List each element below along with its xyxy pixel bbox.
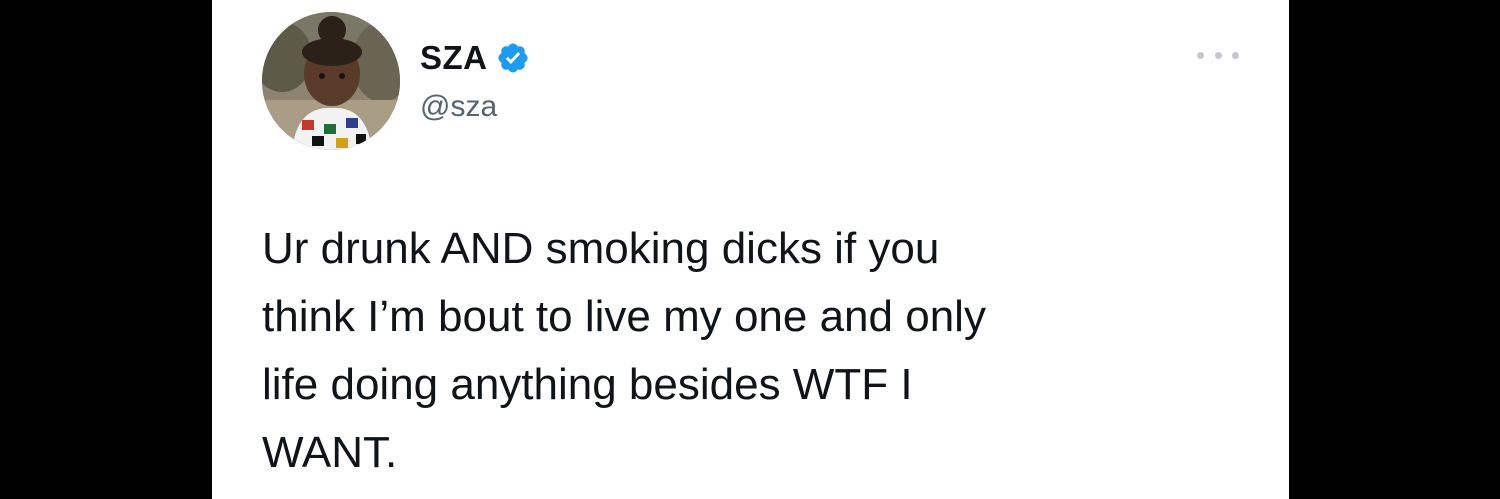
more-horizontal-icon-dot bbox=[1214, 51, 1222, 59]
letterbox-left bbox=[0, 0, 212, 499]
tweet-card: SZA @sza Ur drunk AND smoking dicks if y… bbox=[212, 0, 1289, 499]
more-options-button[interactable] bbox=[1197, 44, 1239, 66]
more-horizontal-icon-dot bbox=[1232, 51, 1239, 59]
display-name[interactable]: SZA bbox=[420, 39, 488, 77]
letterbox-right bbox=[1289, 0, 1500, 499]
tweet-text: Ur drunk AND smoking dicks if you think … bbox=[262, 224, 986, 477]
author-name-row: SZA bbox=[420, 36, 530, 80]
more-horizontal-icon-dot bbox=[1197, 51, 1204, 59]
verified-badge-icon bbox=[497, 43, 528, 73]
author-handle[interactable]: @sza bbox=[420, 90, 497, 124]
avatar[interactable] bbox=[262, 12, 400, 150]
avatar-photo bbox=[262, 12, 400, 150]
